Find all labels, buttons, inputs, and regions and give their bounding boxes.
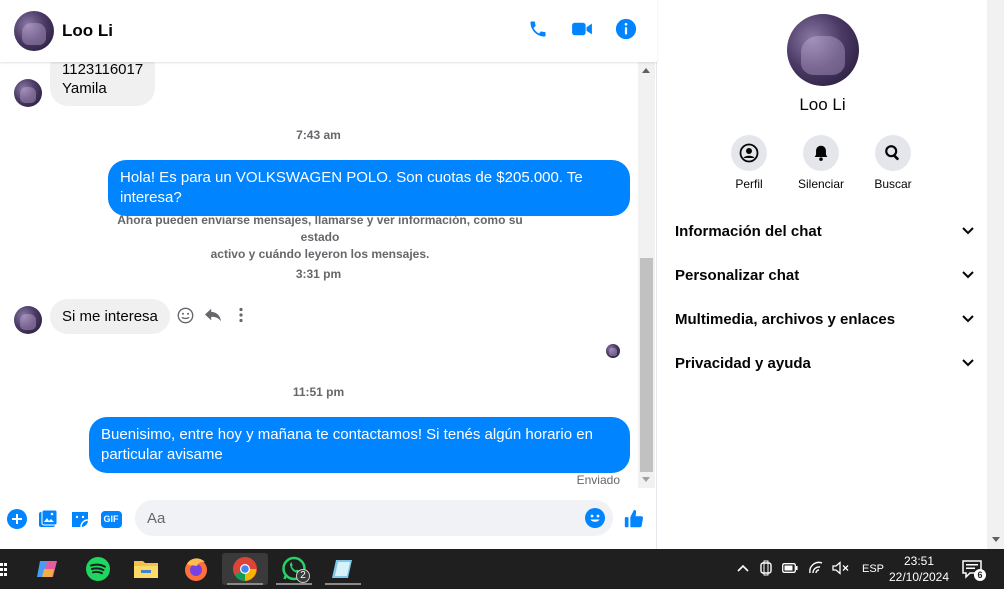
section-media-files[interactable]: Multimedia, archivos y enlaces [675,309,975,329]
file-explorer-icon[interactable] [126,553,166,585]
scroll-thumb[interactable] [640,258,653,472]
section-chat-info[interactable]: Información del chat [675,221,975,241]
mute-action[interactable]: Silenciar [794,135,848,191]
gif-label: GIF [100,510,122,528]
chevron-down-icon [961,356,975,370]
wifi-icon[interactable] [808,561,824,578]
action-label: Silenciar [797,177,845,191]
message-list[interactable]: 1123116017 Yamila 7:43 am Hola! Es para … [0,62,637,486]
chevron-down-icon [961,312,975,326]
chat-header: Loo Li [0,0,657,62]
message-text: Buenisimo, entre hoy y mañana te contact… [101,426,593,443]
search-icon[interactable] [875,135,911,171]
chrome-app-icon[interactable] [222,553,268,585]
message-text: Yamila [62,80,107,97]
notification-count-badge: 6 [974,569,986,581]
profile-action[interactable]: Perfil [728,135,770,191]
message-text: particular avisame [101,446,223,463]
timestamp: 3:31 pm [295,267,342,281]
header-actions [527,18,637,40]
seen-indicator-avatar [606,344,620,358]
emoji-icon[interactable] [585,508,605,528]
timestamp: 7:43 am [296,128,341,142]
open-indicator [276,583,312,585]
system-message-line: activo y cuándo leyeron los mensajes. [210,247,430,261]
system-clock[interactable]: 23:51 22/10/2024 [880,553,958,585]
copilot-app-icon[interactable] [28,553,68,585]
search-action[interactable]: Buscar [872,135,914,191]
system-message: Ahora pueden enviarse mensajes, llamarse… [100,212,540,263]
system-message-line: Ahora pueden enviarse mensajes, llamarse… [117,213,523,244]
open-indicator [325,583,361,585]
active-indicator [227,583,263,585]
chevron-down-icon [961,224,975,238]
video-call-icon[interactable] [571,18,593,40]
battery-icon[interactable] [782,562,798,576]
system-tray: ESP [736,549,884,589]
message-input-wrap [135,500,613,536]
outgoing-message[interactable]: Hola! Es para un VOLKSWAGEN POLO. Son cu… [108,160,630,216]
bell-icon[interactable] [803,135,839,171]
gif-icon[interactable]: GIF [100,508,122,530]
message-actions [176,306,250,324]
panel-scrollbar[interactable] [987,0,1004,549]
react-emoji-icon[interactable] [176,306,194,324]
sender-avatar[interactable] [14,79,42,107]
profile-avatar[interactable] [787,14,859,86]
timestamp: 11:51 pm [292,385,345,399]
clock-time: 23:51 [903,554,935,568]
section-label: Información del chat [675,222,822,240]
section-label: Privacidad y ayuda [675,354,811,372]
hardware-icon[interactable] [760,560,772,579]
clock-date: 22/10/2024 [888,570,950,584]
delivery-status: Enviado [576,473,620,486]
start-grid-icon[interactable] [0,561,8,577]
scroll-down-arrow[interactable] [992,537,1000,542]
incoming-message[interactable]: Si me interesa [50,299,170,334]
action-label: Buscar [874,177,912,191]
scroll-down-arrow[interactable] [642,477,650,482]
message-scrollbar[interactable] [638,62,655,488]
chat-column: Loo Li 1123116017 Yamila 7:43 am Hola! E… [0,0,657,549]
phone-icon[interactable] [527,18,549,40]
whatsapp-app-icon[interactable]: 2 [274,553,314,585]
profile-name: Loo Li [799,95,846,114]
message-input[interactable] [135,500,565,536]
firefox-app-icon[interactable] [176,553,216,585]
spotify-app-icon[interactable] [78,553,118,585]
notification-center-icon[interactable]: 6 [962,559,986,581]
chevron-down-icon [961,268,975,282]
action-label: Perfil [735,177,763,191]
whatsapp-unread-badge: 2 [296,569,310,583]
section-label: Personalizar chat [675,266,800,284]
scroll-up-arrow[interactable] [642,68,650,73]
sticker-icon[interactable] [69,508,91,530]
add-icon[interactable] [6,508,28,530]
gallery-icon[interactable] [37,508,59,530]
message-text: 1123116017 [62,62,144,78]
volume-muted-icon[interactable] [832,560,850,578]
contact-name[interactable]: Loo Li [62,21,113,41]
messenger-window: Loo Li 1123116017 Yamila 7:43 am Hola! E… [0,0,1004,549]
section-label: Multimedia, archivos y enlaces [675,310,896,328]
sender-avatar[interactable] [14,306,42,334]
outgoing-message[interactable]: Buenisimo, entre hoy y mañana te contact… [89,417,630,473]
info-icon[interactable] [615,18,637,40]
incoming-message[interactable]: 1123116017 Yamila [50,62,156,106]
profile-icon[interactable] [731,135,767,171]
chat-info-panel: Loo Li Perfil Silenciar Buscar Informaci… [658,0,987,549]
chevron-up-icon[interactable] [736,563,750,575]
contact-avatar[interactable] [14,11,54,51]
like-icon[interactable] [623,508,645,530]
reply-icon[interactable] [204,306,222,324]
section-customize-chat[interactable]: Personalizar chat [675,265,975,285]
more-options-icon[interactable] [232,306,250,324]
windows-taskbar: 2 ESP 23:51 22/10/2024 6 [0,549,1004,589]
section-privacy-help[interactable]: Privacidad y ayuda [675,353,975,373]
notes-app-icon[interactable] [323,553,363,585]
